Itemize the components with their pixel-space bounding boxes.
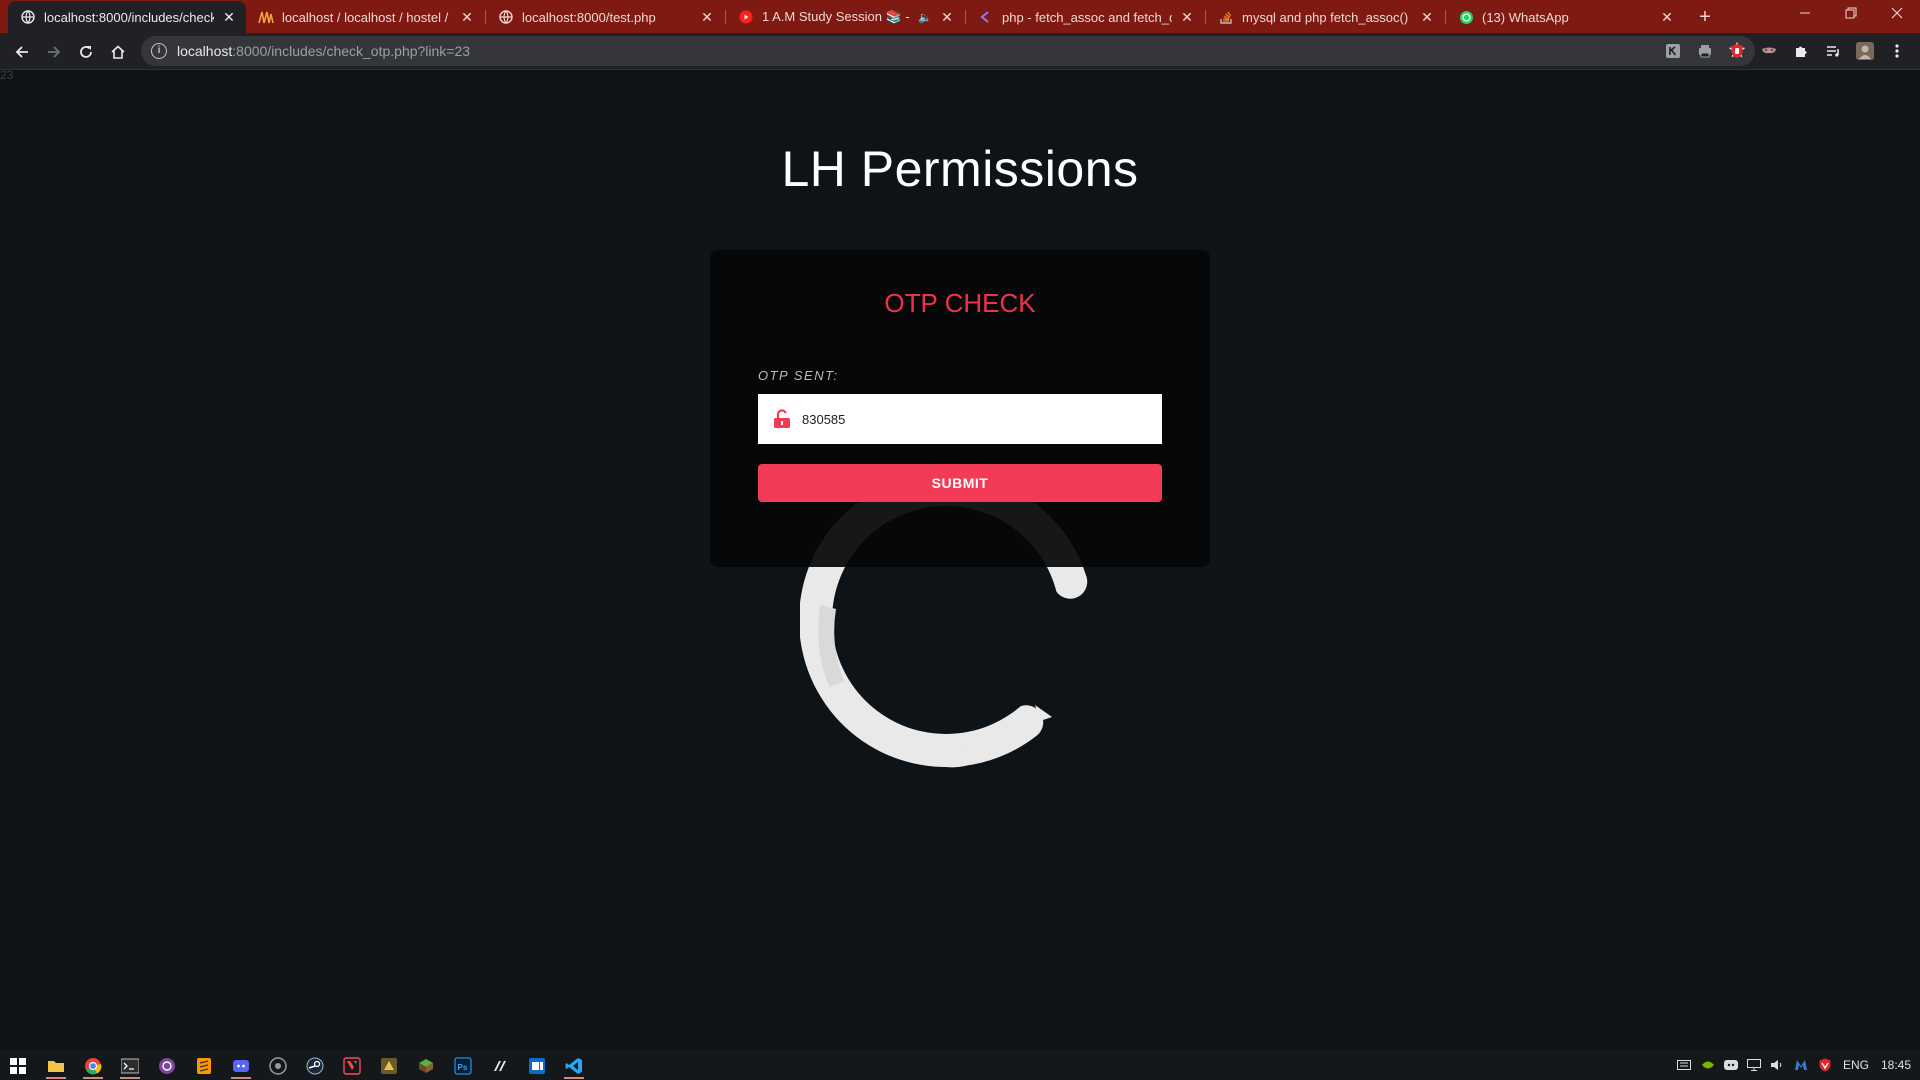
svg-text:Ps: Ps	[458, 1063, 468, 1072]
puzzle-icon[interactable]	[1792, 42, 1810, 60]
running-indicator	[231, 1077, 251, 1079]
tab-title: mysql and php fetch_assoc() not	[1242, 9, 1412, 25]
browser-toolbar: i localhost:8000/includes/check_otp.php?…	[0, 33, 1920, 70]
speaker-icon[interactable]: 🔈	[918, 11, 932, 24]
otp-label: OTP SENT:	[758, 368, 839, 383]
home-button[interactable]	[104, 38, 132, 66]
card-heading: OTP CHECK	[884, 288, 1036, 318]
whatsapp-icon	[1458, 9, 1474, 25]
tab-title: localhost:8000/includes/check_ot	[44, 9, 214, 25]
afterburner-icon[interactable]	[484, 1053, 516, 1079]
globe-icon	[498, 9, 514, 25]
tab-whatsapp[interactable]: (13) WhatsApp ✕	[1446, 1, 1684, 33]
page-title: LH Permissions	[781, 141, 1139, 197]
discord-icon[interactable]	[1723, 1057, 1739, 1073]
close-icon[interactable]: ✕	[220, 9, 238, 26]
back-button[interactable]	[8, 38, 36, 66]
url-path: :8000/includes/check_otp.php?link=23	[232, 43, 471, 59]
valorant-icon[interactable]	[336, 1053, 368, 1079]
tor-browser-icon[interactable]	[151, 1053, 183, 1079]
close-icon[interactable]: ✕	[938, 9, 956, 26]
media-queue-icon[interactable]	[1824, 42, 1842, 60]
otp-field[interactable]	[758, 394, 1162, 444]
malwarebytes-icon[interactable]	[1793, 1057, 1809, 1073]
tab-check-otp[interactable]: localhost:8000/includes/check_ot ✕	[8, 1, 246, 33]
minecraft-icon[interactable]	[410, 1053, 442, 1079]
network-icon[interactable]	[1746, 1057, 1762, 1073]
game-app-icon[interactable]	[373, 1053, 405, 1079]
kebab-menu-icon[interactable]	[1888, 42, 1906, 60]
otp-card: OTP CHECK OTP SENT: SUBMIT	[710, 250, 1210, 567]
stackoverflow-icon	[1218, 9, 1234, 25]
terminal-icon[interactable]	[114, 1053, 146, 1079]
restore-button[interactable]	[1828, 0, 1874, 30]
close-icon[interactable]: ✕	[1178, 9, 1196, 26]
close-icon[interactable]: ✕	[1658, 9, 1676, 26]
github-desktop-icon[interactable]	[262, 1053, 294, 1079]
unlock-icon	[772, 409, 792, 429]
info-icon[interactable]: i	[151, 43, 167, 59]
tab-test-php[interactable]: localhost:8000/test.php ✕	[486, 1, 724, 33]
phpmyadmin-icon	[258, 9, 274, 25]
running-indicator	[83, 1077, 103, 1079]
tab-php-fetch[interactable]: php - fetch_assoc and fetch_obje ✕	[966, 1, 1204, 33]
address-bar[interactable]: i localhost:8000/includes/check_otp.php?…	[141, 36, 1755, 66]
keyboard-icon[interactable]	[1676, 1057, 1692, 1073]
code-icon	[978, 9, 994, 25]
discord-app-icon[interactable]	[225, 1053, 257, 1079]
youtube-icon	[738, 9, 754, 25]
file-explorer-icon[interactable]	[40, 1053, 72, 1079]
start-button[interactable]	[2, 1053, 34, 1079]
vpn-shield-icon[interactable]	[1817, 1057, 1833, 1073]
debug-text: 23	[0, 68, 14, 82]
minimize-button[interactable]	[1782, 0, 1828, 30]
extension-mask-icon[interactable]	[1760, 42, 1778, 60]
close-icon[interactable]: ✕	[698, 9, 716, 26]
tab-title: localhost / localhost / hostel / pa	[282, 9, 452, 25]
running-indicator	[46, 1077, 66, 1079]
globe-icon	[20, 9, 36, 25]
nvidia-icon[interactable]	[1700, 1057, 1716, 1073]
page-viewport: 23 LH Permissions OTP CHECK OTP SENT: SU…	[0, 68, 1920, 1050]
adblock-hand-icon[interactable]	[1728, 42, 1746, 60]
tab-title: (13) WhatsApp	[1482, 9, 1569, 25]
close-icon[interactable]: ✕	[1418, 9, 1436, 26]
tab-youtube[interactable]: 1 A.M Study Session 📚 - [lo 🔈 ✕	[726, 1, 964, 33]
tab-title: 1 A.M Study Session 📚 - [lo	[762, 9, 915, 24]
taskbar: Ps ENG 18:45	[0, 1050, 1920, 1080]
avatar[interactable]	[1856, 42, 1874, 60]
chrome-icon[interactable]	[77, 1053, 109, 1079]
reload-button[interactable]	[72, 38, 100, 66]
tab-strip: localhost:8000/includes/check_ot ✕ local…	[0, 0, 1920, 33]
close-window-button[interactable]	[1874, 0, 1920, 30]
submit-button[interactable]: SUBMIT	[758, 464, 1162, 502]
tab-phpmyadmin[interactable]: localhost / localhost / hostel / pa ✕	[246, 1, 484, 33]
tab-title: php - fetch_assoc and fetch_obje	[1002, 9, 1172, 25]
vscode-icon[interactable]	[558, 1053, 590, 1079]
photoshop-icon[interactable]: Ps	[447, 1053, 479, 1079]
running-indicator	[120, 1077, 140, 1079]
sublime-text-icon[interactable]	[188, 1053, 220, 1079]
new-tab-button[interactable]: +	[1692, 4, 1718, 30]
url-host: localhost	[177, 43, 233, 59]
extension-printer-icon[interactable]	[1696, 42, 1714, 60]
tab-title: localhost:8000/test.php	[522, 9, 656, 25]
clock[interactable]: 18:45	[1881, 1058, 1911, 1072]
tab-stackoverflow[interactable]: mysql and php fetch_assoc() not ✕	[1206, 1, 1444, 33]
otp-input[interactable]	[802, 411, 1132, 427]
forward-button[interactable]	[40, 38, 68, 66]
running-indicator	[564, 1077, 584, 1079]
outlook-icon[interactable]	[521, 1053, 553, 1079]
volume-icon[interactable]	[1769, 1057, 1785, 1073]
language-indicator[interactable]: ENG	[1843, 1058, 1869, 1072]
steam-icon[interactable]	[299, 1053, 331, 1079]
extension-k-icon[interactable]	[1664, 42, 1682, 60]
close-icon[interactable]: ✕	[458, 9, 476, 26]
